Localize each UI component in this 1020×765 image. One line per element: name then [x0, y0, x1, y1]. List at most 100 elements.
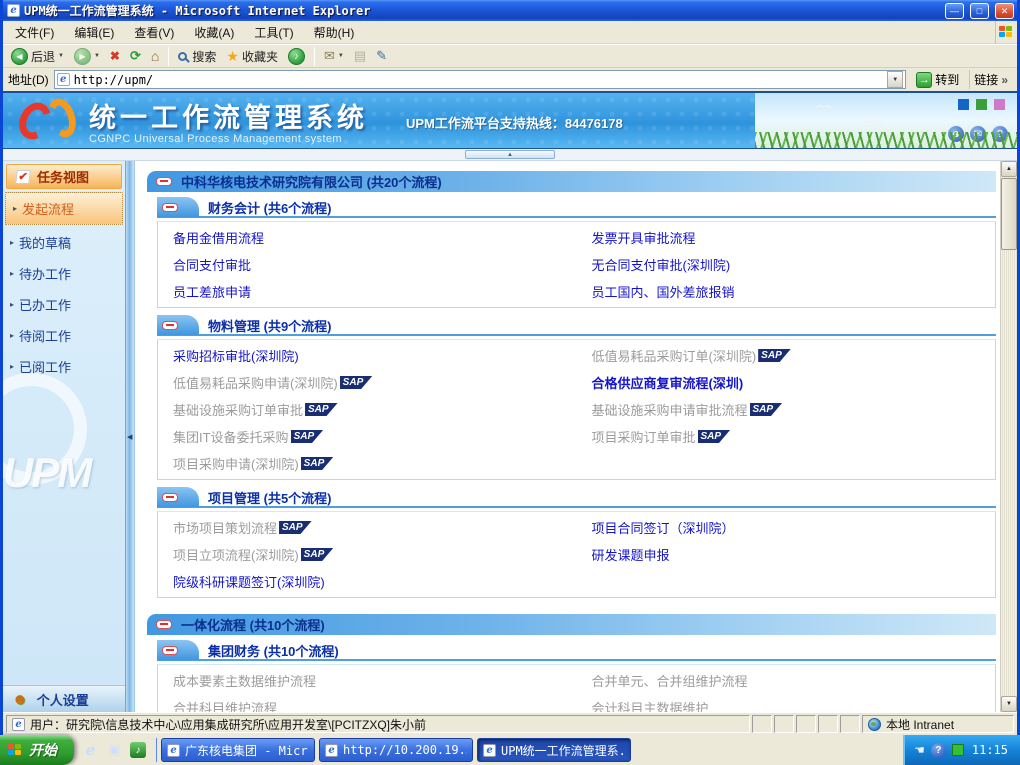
item-arrow-icon: ▸: [13, 204, 17, 213]
menu-item[interactable]: 查看(V): [124, 20, 184, 45]
edit-button[interactable]: ✎: [372, 47, 391, 65]
company-header-label: 中科华核电技术研究院有限公司 (共20个流程): [181, 172, 442, 191]
sidebar-item[interactable]: ▸已阅工作: [3, 351, 125, 382]
address-input[interactable]: e http://upm/ ▼: [54, 70, 907, 89]
ie-status-icon: e: [12, 718, 25, 731]
sidebar-splitter[interactable]: ◀: [125, 161, 135, 712]
process-cell: 项目采购订单审批SAP: [577, 423, 996, 450]
collapse-minus-icon[interactable]: [162, 646, 178, 655]
forward-button[interactable]: ▶ ▼: [70, 47, 104, 66]
group-box: 采购招标审批(深圳院)低值易耗品采购订单(深圳院)SAP低值易耗品采购申请(深圳…: [157, 339, 996, 480]
group-collapse-tab[interactable]: [157, 315, 199, 335]
status-bar: e 用户：研究院\信息技术中心\应用集成研究所\应用开发室\[PCITZXQ]朱…: [3, 712, 1017, 735]
process-link[interactable]: 研发课题申报: [592, 545, 670, 564]
stop-button[interactable]: ✖: [106, 48, 124, 64]
tray-hand-icon[interactable]: ☚: [914, 743, 925, 757]
process-link[interactable]: 采购招标审批(深圳院): [173, 346, 299, 365]
process-link[interactable]: 无合同支付审批(深圳院): [592, 255, 731, 274]
process-link[interactable]: 员工差旅申请: [173, 282, 251, 301]
collapse-sidebar-icon[interactable]: ◀: [127, 433, 132, 441]
mail-round-icon[interactable]: ✉: [969, 125, 987, 143]
tray-help-icon[interactable]: ?: [931, 743, 946, 758]
sidebar-item[interactable]: ▸待办工作: [3, 258, 125, 289]
links-button[interactable]: 链接 »: [969, 70, 1012, 89]
taskbar-task-button[interactable]: eUPM统一工作流管理系...: [477, 738, 631, 762]
process-cell: 基础设施采购订单审批SAP: [158, 396, 577, 423]
collapse-minus-icon[interactable]: [162, 203, 178, 212]
process-link[interactable]: 员工国内、国外差旅报销: [592, 282, 735, 301]
collapse-minus-icon[interactable]: [162, 493, 178, 502]
taskbar-task-button[interactable]: ehttp://10.200.19.2:...: [319, 738, 473, 762]
tray-network-icon[interactable]: [952, 744, 964, 756]
address-dropdown-icon[interactable]: ▼: [887, 71, 903, 88]
media-button[interactable]: ♪: [284, 47, 309, 66]
sidebar-item[interactable]: ▸我的草稿: [3, 227, 125, 258]
minimize-button[interactable]: —: [945, 3, 964, 19]
process-row: 市场项目策划流程SAP项目合同签订（深圳院）: [158, 514, 995, 541]
process-link[interactable]: 备用金借用流程: [173, 228, 264, 247]
forward-icon: ▶: [74, 48, 91, 65]
process-link[interactable]: 院级科研课题签订(深圳院): [173, 572, 325, 591]
group-collapse-tab[interactable]: [157, 487, 199, 507]
sidebar-item[interactable]: ▸发起流程: [5, 192, 123, 225]
process-item-disabled: 市场项目策划流程: [173, 518, 277, 537]
start-button[interactable]: 开始: [0, 735, 74, 765]
process-link[interactable]: 发票开具审批流程: [592, 228, 696, 247]
contact-icon[interactable]: ☻: [947, 125, 965, 143]
menu-item[interactable]: 工具(T): [244, 20, 303, 45]
item-arrow-icon: ▸: [10, 362, 14, 371]
sidebar-item[interactable]: ▸待阅工作: [3, 320, 125, 351]
group-collapse-tab[interactable]: [157, 640, 199, 660]
collapse-minus-icon[interactable]: [156, 620, 172, 629]
close-button[interactable]: ✕: [995, 3, 1014, 19]
scroll-up-button[interactable]: ▲: [1001, 161, 1017, 177]
collapse-minus-icon[interactable]: [162, 321, 178, 330]
toolbar-separator: [168, 47, 169, 66]
favorites-button[interactable]: ★ 收藏夹: [222, 47, 282, 66]
print-button[interactable]: ▤: [350, 47, 370, 65]
menu-item[interactable]: 文件(F): [5, 20, 64, 45]
status-pane: [752, 715, 772, 733]
help-round-icon[interactable]: ?: [991, 125, 1009, 143]
bird-icon: [815, 105, 833, 114]
menu-item[interactable]: 帮助(H): [304, 20, 365, 45]
quick-launch-window-icon[interactable]: ▣: [106, 742, 123, 759]
scroll-down-button[interactable]: ▼: [1001, 696, 1017, 712]
menu-item[interactable]: 编辑(E): [64, 20, 124, 45]
process-row: 项目采购申请(深圳院)SAP: [158, 450, 995, 477]
home-button[interactable]: ⌂: [147, 47, 163, 65]
back-button[interactable]: ◀ 后退 ▼: [7, 47, 68, 66]
task-ie-icon: e: [483, 744, 496, 757]
process-cell: 项目合同签订（深圳院）: [577, 514, 996, 541]
home-icon: ⌂: [151, 48, 159, 64]
sidebar-footer-personal-settings[interactable]: ☻ 个人设置: [3, 685, 125, 712]
process-content: 中科华核电技术研究院有限公司 (共20个流程) 财务会计 (共6个流程)备用金借…: [135, 161, 1000, 712]
search-button[interactable]: 搜索: [174, 47, 220, 66]
address-bar: 地址(D) e http://upm/ ▼ → 转到 链接 »: [3, 68, 1017, 91]
sidebar-item[interactable]: ▸已办工作: [3, 289, 125, 320]
scrollbar-thumb[interactable]: [1001, 178, 1017, 250]
collapse-banner-button[interactable]: ▲: [465, 150, 555, 159]
taskbar-task-button[interactable]: e广东核电集团 - Micr...: [161, 738, 315, 762]
process-link[interactable]: 合同支付审批: [173, 255, 251, 274]
forward-dropdown-icon[interactable]: ▼: [94, 53, 100, 59]
process-link[interactable]: 项目合同签订（深圳院）: [592, 518, 735, 537]
process-link[interactable]: 合格供应商复审流程(深圳): [592, 373, 744, 392]
refresh-button[interactable]: ⟳: [126, 47, 145, 65]
maximize-button[interactable]: □: [970, 3, 989, 19]
menu-item[interactable]: 收藏(A): [184, 20, 244, 45]
collapse-minus-icon[interactable]: [156, 177, 172, 186]
mail-dropdown-icon[interactable]: ▼: [338, 53, 344, 59]
scrollbar-track[interactable]: [1001, 250, 1017, 696]
upm-logo-icon: [17, 97, 79, 145]
process-cell: 项目立项流程(深圳院)SAP: [158, 541, 577, 568]
media-icon: ♪: [288, 48, 305, 65]
go-button[interactable]: → 转到: [911, 70, 964, 89]
quick-launch-media-icon[interactable]: ♪: [130, 742, 146, 758]
mail-button[interactable]: ✉ ▼: [320, 47, 348, 65]
group-collapse-tab[interactable]: [157, 197, 199, 217]
vertical-scrollbar[interactable]: ▲ ▼: [1000, 161, 1017, 712]
quick-launch-ie-icon[interactable]: e: [82, 742, 99, 759]
windows-flag-icon: [8, 744, 23, 757]
back-dropdown-icon[interactable]: ▼: [58, 53, 64, 59]
